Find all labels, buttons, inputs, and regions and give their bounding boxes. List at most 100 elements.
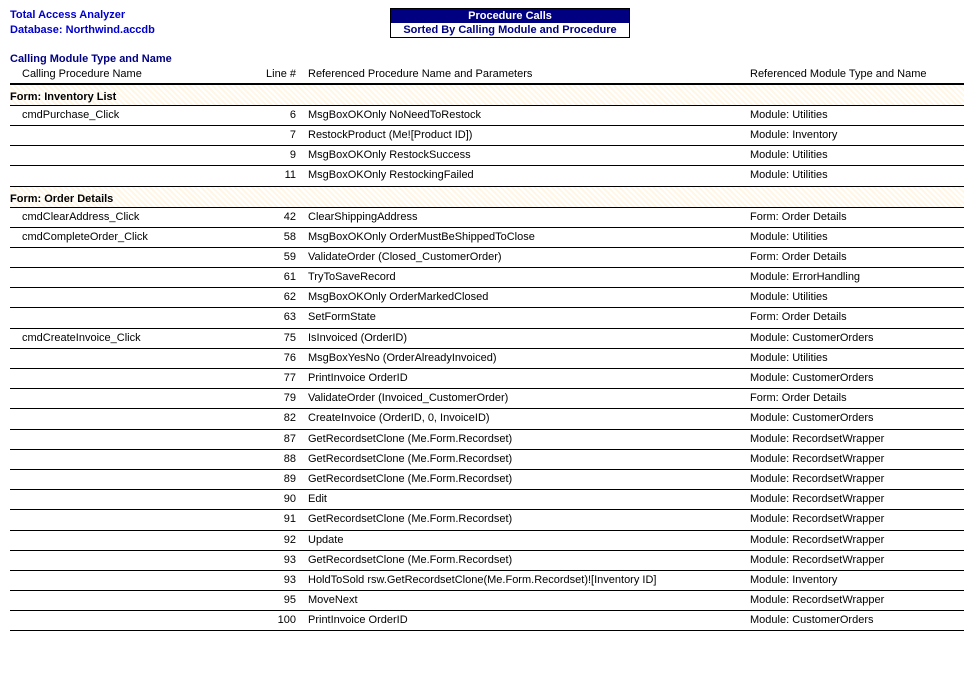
cell-ref: MoveNext [302,594,750,607]
table-row: 77PrintInvoice OrderIDModule: CustomerOr… [10,369,964,389]
report-title: Procedure Calls [391,9,629,23]
cell-mod: Module: CustomerOrders [750,412,964,425]
cell-proc [10,251,262,264]
report-subtitle: Sorted By Calling Module and Procedure [391,23,629,37]
cell-line: 95 [262,594,302,607]
cell-ref: PrintInvoice OrderID [302,614,750,627]
cell-ref: MsgBoxOKOnly OrderMarkedClosed [302,291,750,304]
cell-proc [10,473,262,486]
cell-line: 93 [262,574,302,587]
cell-mod: Module: CustomerOrders [750,372,964,385]
table-row: cmdClearAddress_Click42ClearShippingAddr… [10,208,964,228]
table-row: 91GetRecordsetClone (Me.Form.Recordset)M… [10,510,964,530]
col-header-ref: Referenced Procedure Name and Parameters [302,68,750,80]
cell-proc [10,271,262,284]
section-label: Calling Module Type and Name [10,53,964,65]
cell-mod: Module: RecordsetWrapper [750,433,964,446]
cell-line: 88 [262,453,302,466]
table-row: 93HoldToSold rsw.GetRecordsetClone(Me.Fo… [10,571,964,591]
app-meta: Total Access Analyzer Database: Northwin… [10,8,390,39]
cell-proc [10,614,262,627]
database-name: Northwind.accdb [66,24,155,36]
table-row: 11MsgBoxOKOnly RestockingFailedModule: U… [10,166,964,186]
cell-ref: IsInvoiced (OrderID) [302,332,750,345]
table-row: 93GetRecordsetClone (Me.Form.Recordset)M… [10,551,964,571]
cell-proc: cmdClearAddress_Click [10,211,262,224]
cell-proc [10,311,262,324]
cell-proc [10,291,262,304]
cell-ref: MsgBoxYesNo (OrderAlreadyInvoiced) [302,352,750,365]
cell-mod: Module: Inventory [750,574,964,587]
report-header: Total Access Analyzer Database: Northwin… [10,8,964,39]
cell-ref: ValidateOrder (Invoiced_CustomerOrder) [302,392,750,405]
cell-proc [10,574,262,587]
cell-ref: MsgBoxOKOnly RestockSuccess [302,149,750,162]
cell-line: 87 [262,433,302,446]
cell-ref: GetRecordsetClone (Me.Form.Recordset) [302,513,750,526]
cell-line: 82 [262,412,302,425]
cell-mod: Module: Utilities [750,291,964,304]
cell-mod: Form: Order Details [750,251,964,264]
cell-line: 61 [262,271,302,284]
column-headers: Calling Procedure Name Line # Referenced… [10,67,964,85]
cell-line: 62 [262,291,302,304]
cell-ref: HoldToSold rsw.GetRecordsetClone(Me.Form… [302,574,750,587]
cell-proc [10,372,262,385]
cell-line: 76 [262,352,302,365]
cell-mod: Module: Utilities [750,109,964,122]
col-header-proc: Calling Procedure Name [10,68,262,80]
cell-line: 6 [262,109,302,122]
table-row: 76MsgBoxYesNo (OrderAlreadyInvoiced)Modu… [10,349,964,369]
cell-ref: MsgBoxOKOnly NoNeedToRestock [302,109,750,122]
cell-proc [10,392,262,405]
report-body: Form: Inventory ListcmdPurchase_Click6Ms… [10,85,964,632]
cell-proc [10,352,262,365]
cell-ref: RestockProduct (Me![Product ID]) [302,129,750,142]
cell-ref: GetRecordsetClone (Me.Form.Recordset) [302,473,750,486]
cell-mod: Module: RecordsetWrapper [750,594,964,607]
cell-mod: Module: RecordsetWrapper [750,513,964,526]
cell-line: 59 [262,251,302,264]
col-header-line: Line # [262,68,302,80]
cell-ref: Update [302,534,750,547]
table-row: 79ValidateOrder (Invoiced_CustomerOrder)… [10,389,964,409]
cell-ref: ClearShippingAddress [302,211,750,224]
cell-mod: Module: Utilities [750,352,964,365]
cell-mod: Module: RecordsetWrapper [750,453,964,466]
cell-proc [10,412,262,425]
cell-ref: ValidateOrder (Closed_CustomerOrder) [302,251,750,264]
cell-ref: Edit [302,493,750,506]
cell-mod: Module: RecordsetWrapper [750,534,964,547]
cell-proc [10,594,262,607]
cell-mod: Form: Order Details [750,392,964,405]
table-row: 90EditModule: RecordsetWrapper [10,490,964,510]
table-row: 62MsgBoxOKOnly OrderMarkedClosedModule: … [10,288,964,308]
cell-mod: Module: Utilities [750,149,964,162]
cell-line: 91 [262,513,302,526]
cell-mod: Module: RecordsetWrapper [750,554,964,567]
cell-ref: GetRecordsetClone (Me.Form.Recordset) [302,433,750,446]
cell-ref: MsgBoxOKOnly OrderMustBeShippedToClose [302,231,750,244]
table-row: 89GetRecordsetClone (Me.Form.Recordset)M… [10,470,964,490]
database-line: Database: Northwind.accdb [10,23,390,38]
cell-proc: cmdPurchase_Click [10,109,262,122]
table-row: 87GetRecordsetClone (Me.Form.Recordset)M… [10,430,964,450]
cell-line: 93 [262,554,302,567]
cell-line: 77 [262,372,302,385]
table-row: 63SetFormStateForm: Order Details [10,308,964,328]
cell-mod: Module: Utilities [750,169,964,182]
table-row: 95MoveNextModule: RecordsetWrapper [10,591,964,611]
cell-ref: SetFormState [302,311,750,324]
cell-ref: GetRecordsetClone (Me.Form.Recordset) [302,453,750,466]
col-header-mod: Referenced Module Type and Name [750,68,964,80]
cell-proc: cmdCompleteOrder_Click [10,231,262,244]
table-row: 92UpdateModule: RecordsetWrapper [10,531,964,551]
cell-line: 79 [262,392,302,405]
cell-proc [10,534,262,547]
table-row: 88GetRecordsetClone (Me.Form.Recordset)M… [10,450,964,470]
database-label: Database: [10,24,63,36]
cell-proc [10,513,262,526]
cell-ref: PrintInvoice OrderID [302,372,750,385]
cell-line: 7 [262,129,302,142]
table-row: cmdCompleteOrder_Click58MsgBoxOKOnly Ord… [10,228,964,248]
